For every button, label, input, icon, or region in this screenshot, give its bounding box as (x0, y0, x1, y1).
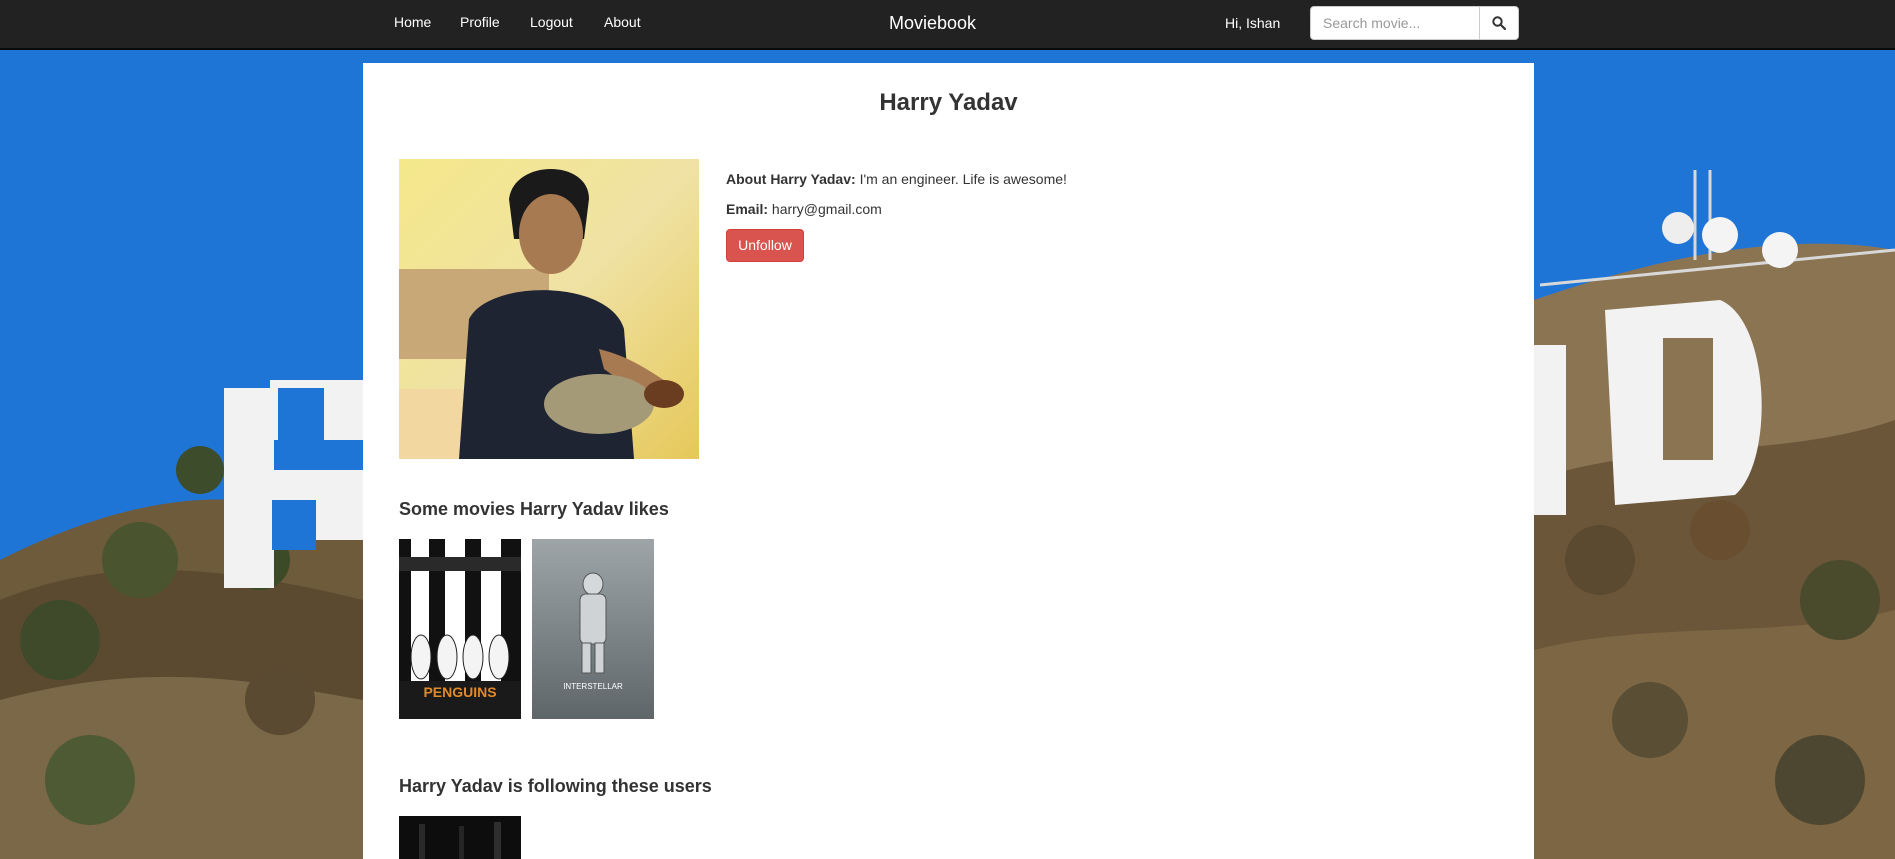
search-icon (1492, 16, 1506, 30)
avatar (399, 159, 699, 459)
movie-poster-interstellar[interactable]: INTERSTELLAR (532, 539, 654, 719)
unfollow-button[interactable]: Unfollow (726, 229, 804, 262)
following-title: Harry Yadav is following these users (399, 776, 712, 796)
movie-poster-penguins[interactable]: PENGUINS (399, 539, 521, 719)
profile-panel: Harry Yadav About Harry Yadav: I'm an en… (363, 63, 1534, 859)
poster-title: PENGUINS (423, 684, 496, 700)
email-row: Email: harry@gmail.com (726, 201, 882, 217)
nav-link-about[interactable]: About (604, 14, 641, 30)
nav-link-profile[interactable]: Profile (460, 14, 500, 30)
page-title: Harry Yadav (879, 89, 1018, 116)
navbar: Home Profile Logout About Moviebook Hi, … (0, 0, 1895, 50)
poster-title: INTERSTELLAR (563, 682, 623, 691)
search-input[interactable] (1310, 6, 1480, 40)
about-label: About Harry Yadav: (726, 171, 856, 187)
followed-user-thumbnail[interactable] (399, 816, 521, 859)
search-button[interactable] (1479, 6, 1519, 40)
nav-link-home[interactable]: Home (394, 14, 431, 30)
user-greeting: Hi, Ishan (1225, 15, 1281, 31)
email-label: Email: (726, 201, 769, 217)
nav-link-logout[interactable]: Logout (530, 14, 573, 30)
about-row: About Harry Yadav: I'm an engineer. Life… (726, 171, 1067, 187)
brand-logo[interactable]: Moviebook (889, 13, 976, 34)
about-text: I'm an engineer. Life is awesome! (859, 171, 1067, 187)
email-value: harry@gmail.com (771, 201, 882, 217)
liked-movies-title: Some movies Harry Yadav likes (399, 499, 669, 519)
